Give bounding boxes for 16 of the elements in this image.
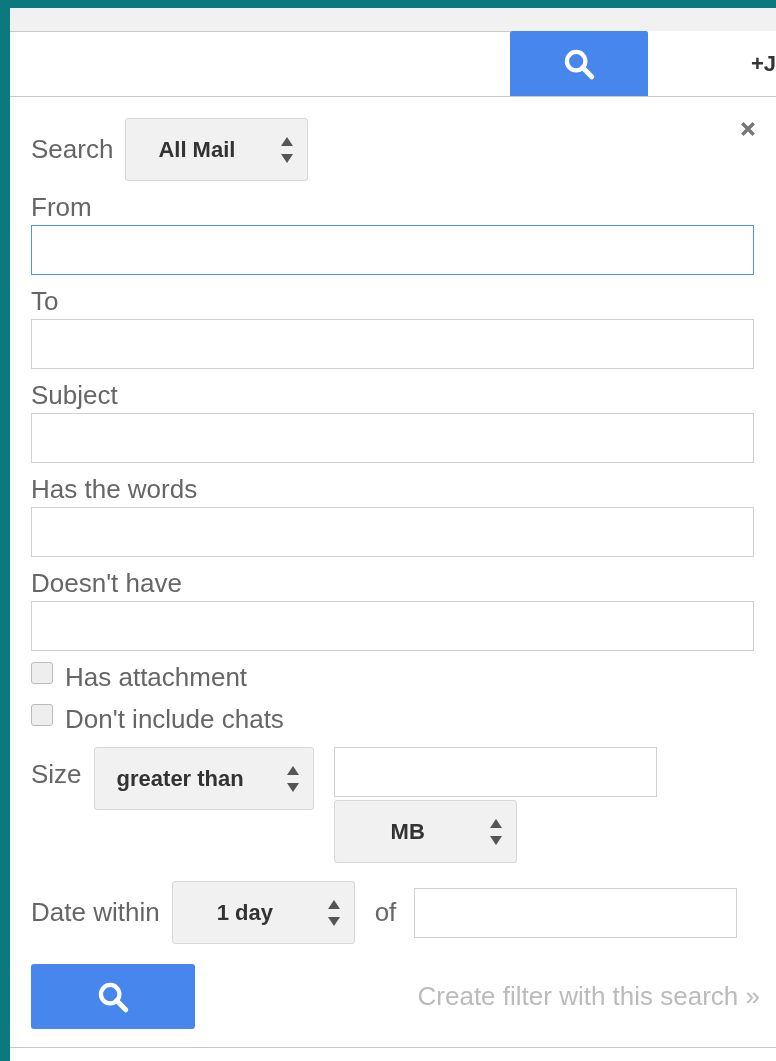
field-label: Subject [31, 380, 119, 411]
scope-label: Search [31, 134, 114, 165]
size-label: Size [31, 759, 82, 791]
field-label: Has the words [31, 474, 199, 505]
dropdown[interactable]: 1 day [171, 881, 355, 944]
dropdown[interactable]: greater than [93, 747, 314, 810]
dropdown[interactable]: MB [333, 800, 517, 863]
field-label: To [31, 286, 60, 317]
field-label: From [31, 192, 93, 223]
of-label: of [374, 897, 397, 928]
dropdown[interactable]: All Mail [125, 118, 309, 181]
checkbox-label: Don't include chats [65, 703, 284, 735]
date-label: Date within [31, 897, 160, 928]
field-label: Doesn't have [31, 568, 183, 599]
account-label[interactable]: +J [750, 50, 776, 77]
checkbox-label: Has attachment [65, 661, 248, 693]
